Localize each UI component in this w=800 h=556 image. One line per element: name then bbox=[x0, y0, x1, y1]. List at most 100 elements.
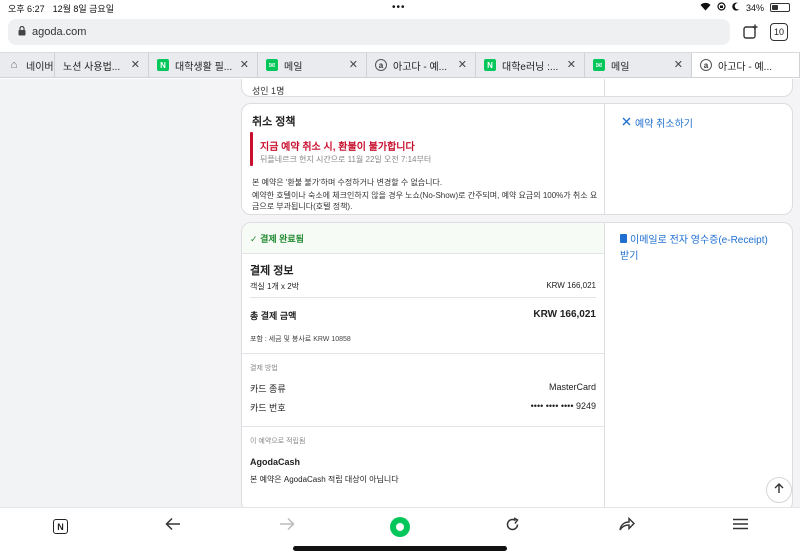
tab-count-button[interactable]: 10 bbox=[770, 23, 788, 41]
green-dot-icon[interactable] bbox=[390, 517, 410, 537]
forward-icon[interactable] bbox=[279, 517, 295, 536]
tab-label: 노션 사용법... bbox=[63, 61, 121, 73]
guest-count: 성인 1명 bbox=[252, 86, 285, 96]
earned-title: 이 예약으로 적립됨 bbox=[250, 438, 306, 445]
tab-label: 아고다 - 예... bbox=[718, 61, 773, 73]
new-tab-icon[interactable] bbox=[743, 24, 759, 45]
tab-mail-2[interactable]: ✉ 메일 ✕ bbox=[585, 53, 692, 77]
mail-icon: ✉ bbox=[266, 59, 278, 71]
divider bbox=[242, 426, 604, 427]
tax-note: 포함 : 세금 및 봉사료 KRW 10858 bbox=[250, 336, 351, 343]
booking-detail-content: 성인 1명 취소 정책 지금 예약 취소 시, 환불이 불가합니다 뒤플네르크 … bbox=[200, 79, 800, 507]
cancel-booking-link[interactable]: 예약 취소하기 bbox=[622, 115, 693, 130]
menu-icon[interactable] bbox=[733, 517, 748, 535]
refresh-icon[interactable] bbox=[505, 517, 520, 537]
wifi-icon bbox=[700, 2, 711, 13]
cancellation-policy-card: 취소 정책 지금 예약 취소 시, 환불이 불가합니다 뒤플네르크 현지 시간으… bbox=[241, 103, 793, 215]
card-type-row: 카드 종류 MasterCard bbox=[250, 382, 596, 395]
status-date: 12월 8일 금요일 bbox=[52, 3, 114, 14]
address-bar-row: agoda.com 10 bbox=[0, 16, 800, 50]
room-value: KRW 166,021 bbox=[546, 281, 596, 290]
agoda-icon: a bbox=[700, 59, 712, 71]
naver-home-icon[interactable]: N bbox=[53, 519, 68, 534]
no-refund-warning: 지금 예약 취소 시, 환불이 불가합니다 bbox=[260, 142, 415, 153]
tab-mail[interactable]: ✉ 메일 ✕ bbox=[258, 53, 367, 77]
naver-icon: N bbox=[157, 59, 169, 71]
tab-label: 대학생활 필... bbox=[175, 61, 233, 73]
email-receipt-link[interactable]: 이메일로 전자 영수증(e-Receipt) 받기 bbox=[620, 233, 770, 265]
card-type-label: 카드 종류 bbox=[250, 384, 286, 394]
no-show-note: 예약한 호텔이나 숙소에 체크인하지 않을 경우 노쇼(No-Show)로 간주… bbox=[252, 191, 598, 211]
close-icon bbox=[622, 117, 631, 129]
room-label: 객실 1개 x 2박 bbox=[250, 282, 300, 291]
tab-agoda-active[interactable]: a 아고다 - 예... bbox=[692, 53, 800, 77]
multitask-dots[interactable]: ••• bbox=[392, 2, 406, 13]
left-sidebar bbox=[0, 79, 200, 507]
room-price-row: 객실 1개 x 2박 KRW 166,021 bbox=[250, 281, 596, 292]
tab-label: 네이버 bbox=[26, 61, 54, 73]
battery-percent: 34% bbox=[745, 2, 764, 13]
tab-strip: ⌂ 네이버 노션 사용법... ✕ N 대학생활 필... ✕ ✉ 메일 ✕ a… bbox=[0, 52, 800, 78]
tab-naver[interactable]: ⌂ 네이버 bbox=[0, 53, 55, 77]
tab-label: 아고다 - 예... bbox=[393, 61, 448, 73]
close-icon[interactable]: ✕ bbox=[240, 58, 249, 71]
total-label: 총 결제 금액 bbox=[250, 311, 297, 321]
payment-complete-status: ✓ 결제 완료됨 bbox=[250, 234, 304, 244]
tab-label: 대학e러닝 :... bbox=[502, 61, 559, 73]
arrow-up-icon bbox=[774, 483, 784, 497]
tab-college-life[interactable]: N 대학생활 필... ✕ bbox=[149, 53, 258, 77]
tab-label: 메일 bbox=[611, 61, 630, 73]
back-icon[interactable] bbox=[165, 517, 181, 536]
divider bbox=[242, 353, 604, 354]
card-number-row: 카드 번호 •••• •••• •••• 9249 bbox=[250, 401, 596, 414]
card-type-value: MasterCard bbox=[548, 382, 596, 392]
close-icon[interactable]: ✕ bbox=[674, 58, 683, 71]
tab-agoda[interactable]: a 아고다 - 예... ✕ bbox=[367, 53, 476, 77]
payment-info-title: 결제 정보 bbox=[250, 265, 294, 277]
payment-status-header: ✓ 결제 완료됨 bbox=[242, 223, 604, 254]
tab-elearning[interactable]: N 대학e러닝 :... ✕ bbox=[476, 53, 585, 77]
card-divider bbox=[604, 79, 605, 96]
close-icon[interactable]: ✕ bbox=[458, 58, 467, 71]
card-number-label: 카드 번호 bbox=[250, 403, 286, 413]
payment-method-title: 결제 방법 bbox=[250, 365, 278, 372]
browser-toolbar: N bbox=[0, 507, 800, 556]
agodacash-note: 본 예약은 AgodaCash 적립 대상이 아닙니다 bbox=[250, 475, 399, 484]
close-icon[interactable]: ✕ bbox=[131, 58, 140, 71]
payment-card: ✓ 결제 완료됨 결제 정보 객실 1개 x 2박 KRW 166,021 총 … bbox=[241, 222, 793, 507]
total-row: 총 결제 금액 KRW 166,021 bbox=[250, 309, 596, 322]
warning-bar bbox=[250, 132, 253, 166]
non-refundable-note: 본 예약은 '환불 불가'하며 수정하거나 변경할 수 없습니다. bbox=[252, 178, 443, 187]
close-icon[interactable]: ✕ bbox=[567, 58, 576, 71]
scroll-to-top-button[interactable] bbox=[766, 477, 792, 503]
card-divider bbox=[604, 104, 605, 214]
cancellation-title: 취소 정책 bbox=[252, 116, 296, 128]
lock-icon bbox=[18, 25, 26, 39]
card-number-value: •••• •••• •••• 9249 bbox=[530, 401, 596, 411]
share-icon[interactable] bbox=[619, 516, 635, 536]
url-text: agoda.com bbox=[32, 26, 87, 38]
status-time: 오후 6:27 bbox=[8, 3, 45, 14]
agodacash-title: AgodaCash bbox=[250, 457, 301, 467]
home-icon: ⌂ bbox=[10, 59, 18, 71]
naver-icon: N bbox=[484, 59, 496, 71]
tab-label: 메일 bbox=[284, 61, 303, 73]
cancel-booking-label: 예약 취소하기 bbox=[635, 119, 693, 130]
document-icon bbox=[620, 234, 627, 243]
divider bbox=[250, 297, 596, 298]
moon-icon bbox=[732, 2, 740, 13]
mail-icon: ✉ bbox=[593, 59, 605, 71]
check-icon: ✓ bbox=[250, 234, 258, 244]
warning-subtext: 뒤플네르크 현지 시간으로 11월 22일 오전 7:14부터 bbox=[260, 155, 432, 164]
close-icon[interactable]: ✕ bbox=[349, 58, 358, 71]
agoda-icon: a bbox=[375, 59, 387, 71]
address-bar[interactable]: agoda.com bbox=[8, 19, 730, 45]
status-bar: 오후 6:27 12월 8일 금요일 ••• 34% bbox=[0, 0, 800, 16]
tab-notion[interactable]: 노션 사용법... ✕ bbox=[55, 53, 149, 77]
orientation-lock-icon bbox=[717, 2, 726, 13]
home-indicator[interactable] bbox=[293, 546, 507, 551]
guest-card: 성인 1명 bbox=[241, 79, 793, 97]
card-divider bbox=[604, 223, 605, 507]
battery-icon bbox=[770, 3, 790, 12]
email-receipt-label: 이메일로 전자 영수증(e-Receipt) 받기 bbox=[620, 235, 768, 262]
